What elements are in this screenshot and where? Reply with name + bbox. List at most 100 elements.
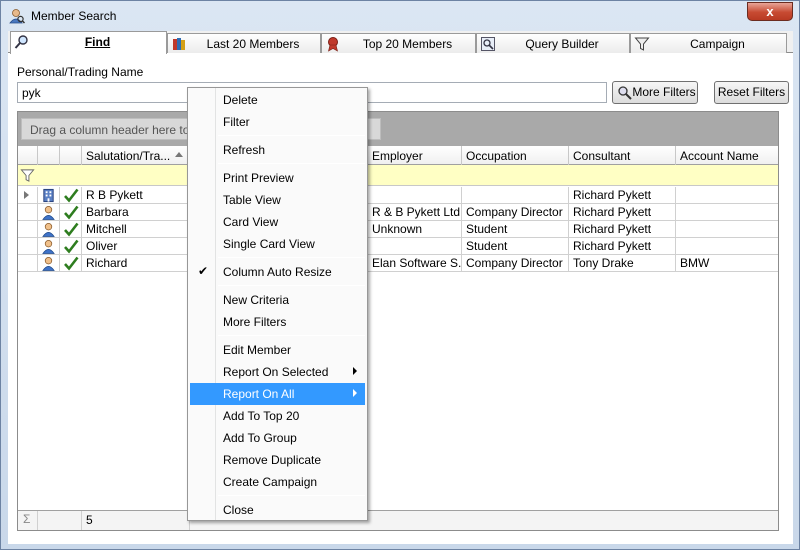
menu-separator	[218, 335, 365, 336]
active-cell	[60, 238, 82, 255]
row-indicator	[18, 255, 38, 272]
cell-occupation: Company Director	[462, 255, 569, 272]
cell-salutation: Richard	[82, 255, 190, 272]
cell-account-name: BMW	[680, 256, 710, 270]
cell-consultant: Tony Drake	[569, 255, 676, 272]
green-check-icon	[64, 205, 79, 220]
type-cell	[38, 221, 60, 238]
cell-account-name	[676, 204, 778, 221]
menu-separator	[218, 163, 365, 164]
cell-employer	[368, 238, 462, 255]
zoom-filter-icon	[618, 86, 632, 100]
active-cell	[60, 221, 82, 238]
menu-item-delete[interactable]: Delete	[190, 89, 365, 111]
green-check-icon	[64, 188, 79, 203]
table-row[interactable]: Barbara R & B Pykett Ltd Company Directo…	[18, 204, 778, 221]
tab-query-builder[interactable]: Query Builder	[476, 33, 630, 53]
grid-header: Salutation/Tra... Employer Occupation Co…	[18, 146, 778, 165]
more-filters-button[interactable]: More Filters	[612, 81, 698, 104]
grid-filter-row[interactable]	[18, 165, 778, 186]
tab-label: Last 20 Members	[206, 37, 300, 51]
more-filters-label: More Filters	[632, 85, 696, 99]
menu-item-column-auto-resize[interactable]: ✔ Column Auto Resize	[190, 261, 365, 283]
sort-ascending-icon	[175, 152, 183, 157]
members-grid: Drag a column header here to group Salut…	[17, 111, 779, 531]
menu-item-refresh[interactable]: Refresh	[190, 139, 365, 161]
filter-funnel-icon[interactable]	[20, 168, 35, 183]
cell-employer: Elan Software S...	[368, 255, 462, 272]
current-row-arrow-icon	[24, 191, 29, 199]
active-check-header[interactable]	[60, 146, 82, 165]
tab-top-20-members[interactable]: Top 20 Members	[321, 33, 476, 53]
menu-separator	[218, 285, 365, 286]
menu-item-report-on-selected[interactable]: Report On Selected	[190, 361, 365, 383]
type-cell	[38, 187, 60, 204]
funnel-icon	[634, 37, 650, 51]
tab-label: Find	[84, 35, 111, 49]
menu-item-label: Report On All	[223, 387, 295, 401]
group-by-panel[interactable]: Drag a column header here to group	[18, 112, 778, 146]
menu-separator	[218, 257, 365, 258]
column-header-employer[interactable]: Employer	[368, 146, 462, 165]
cell-occupation: Student	[462, 221, 569, 238]
member-search-icon	[9, 9, 25, 24]
cell-occupation	[462, 187, 569, 204]
tab-campaign[interactable]: Campaign	[630, 33, 787, 53]
active-cell	[60, 255, 82, 272]
submenu-arrow-icon	[353, 367, 357, 375]
menu-item-card-view[interactable]: Card View	[190, 211, 365, 233]
menu-item-table-view[interactable]: Table View	[190, 189, 365, 211]
tab-label: Query Builder	[525, 37, 599, 51]
cell-employer: R & B Pykett Ltd	[368, 204, 462, 221]
tab-find[interactable]: Find	[10, 31, 167, 54]
menu-item-print-preview[interactable]: Print Preview	[190, 167, 365, 189]
tab-strip: Find Last 20 Members Top 20 Members Quer…	[8, 31, 793, 54]
type-icon-header[interactable]	[38, 146, 60, 165]
grid-context-menu: Delete Filter Refresh Print Preview Tabl…	[187, 87, 368, 521]
type-cell	[38, 238, 60, 255]
row-indicator	[18, 187, 38, 204]
cell-consultant: Richard Pykett	[569, 204, 676, 221]
menu-item-close[interactable]: Close	[190, 499, 365, 521]
footer-spacer	[38, 511, 82, 530]
cell-account-name	[676, 238, 778, 255]
tab-last-20-members[interactable]: Last 20 Members	[167, 33, 321, 53]
column-header-occupation[interactable]: Occupation	[462, 146, 569, 165]
row-indicator	[18, 238, 38, 255]
menu-item-single-card-view[interactable]: Single Card View	[190, 233, 365, 255]
cell-salutation: Barbara	[82, 204, 190, 221]
name-filter-label: Personal/Trading Name	[17, 65, 144, 79]
cell-occupation: Student	[462, 238, 569, 255]
person-icon	[42, 206, 55, 220]
reset-filters-button[interactable]: Reset Filters	[714, 81, 789, 104]
menu-item-new-criteria[interactable]: New Criteria	[190, 289, 365, 311]
window-title: Member Search	[31, 9, 117, 23]
menu-item-edit-member[interactable]: Edit Member	[190, 339, 365, 361]
column-header-account-name[interactable]: Account Name	[676, 146, 778, 165]
type-cell	[38, 255, 60, 272]
person-icon	[42, 223, 55, 237]
cell-account-name	[676, 221, 778, 238]
cell-salutation: Mitchell	[82, 221, 190, 238]
table-row[interactable]: R B Pykett Richard Pykett	[18, 187, 778, 204]
menu-item-filter[interactable]: Filter	[190, 111, 365, 133]
menu-item-add-to-top-20[interactable]: Add To Top 20	[190, 405, 365, 427]
column-header-consultant[interactable]: Consultant	[569, 146, 676, 165]
cell-salutation: R B Pykett	[82, 187, 190, 204]
cell-consultant: Richard Pykett	[569, 238, 676, 255]
menu-item-more-filters[interactable]: More Filters	[190, 311, 365, 333]
books-icon	[173, 38, 185, 50]
column-header-salutation[interactable]: Salutation/Tra...	[82, 146, 190, 165]
menu-item-remove-duplicate[interactable]: Remove Duplicate	[190, 449, 365, 471]
table-row[interactable]: Mitchell Unknown Student Richard Pykett	[18, 221, 778, 238]
cell-employer: Unknown	[368, 221, 462, 238]
title-bar[interactable]: Member Search x	[1, 1, 799, 31]
cell-account-name	[676, 187, 778, 204]
client-area: Find Last 20 Members Top 20 Members Quer…	[8, 31, 793, 544]
table-row[interactable]: Oliver Student Richard Pykett	[18, 238, 778, 255]
table-row[interactable]: Richard Elan Software S... Company Direc…	[18, 255, 778, 272]
close-window-button[interactable]: x	[747, 2, 793, 21]
menu-item-report-on-all[interactable]: Report On All	[190, 383, 365, 405]
menu-item-create-campaign[interactable]: Create Campaign	[190, 471, 365, 493]
menu-item-add-to-group[interactable]: Add To Group	[190, 427, 365, 449]
